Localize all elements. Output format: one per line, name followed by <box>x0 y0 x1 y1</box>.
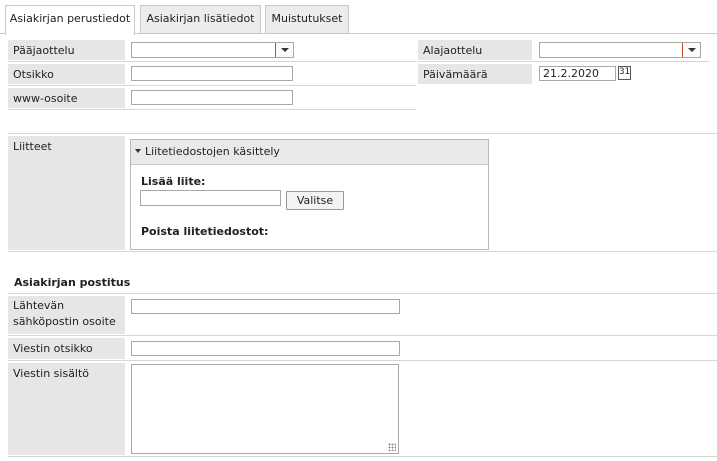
attachments-panel-title: Liitetiedostojen käsittely <box>145 145 280 158</box>
resize-grip-icon[interactable] <box>388 443 396 451</box>
row-divider <box>8 335 717 336</box>
paajaottelu-select[interactable] <box>131 42 294 58</box>
paivamaara-label: Päivämäärä <box>418 64 532 84</box>
chevron-down-icon[interactable] <box>682 43 700 57</box>
sender-email-label-line1: Lähtevän <box>13 299 65 312</box>
chevron-down-icon[interactable] <box>275 43 293 57</box>
tab-asiakirjan-perustiedot[interactable]: Asiakirjan perustiedot <box>5 5 135 35</box>
calendar-icon[interactable]: 31 <box>618 66 631 80</box>
attachment-file-input[interactable] <box>140 190 281 206</box>
section-divider <box>8 251 717 252</box>
row-divider <box>418 61 709 62</box>
add-attachment-label: Lisää liite: <box>141 175 206 188</box>
row-divider <box>8 61 416 62</box>
www-osoite-label: www-osoite <box>8 88 125 108</box>
liitteet-label: Liitteet <box>8 136 125 250</box>
www-osoite-input[interactable] <box>131 90 293 105</box>
message-subject-label: Viestin otsikko <box>8 338 125 359</box>
choose-file-button[interactable]: Valitse <box>286 191 344 210</box>
attachments-panel: Liitetiedostojen käsittely Lisää liite: … <box>130 139 489 250</box>
section-divider <box>8 133 717 134</box>
attachments-panel-header[interactable]: Liitetiedostojen käsittely <box>131 140 488 165</box>
sender-email-input[interactable] <box>131 299 400 314</box>
row-divider <box>8 456 717 457</box>
otsikko-input[interactable] <box>131 66 293 81</box>
tab-asiakirjan-lisatiedot[interactable]: Asiakirjan lisätiedot <box>140 5 261 33</box>
tab-muistutukset[interactable]: Muistutukset <box>265 5 349 33</box>
section-title-postitus: Asiakirjan postitus <box>14 276 131 289</box>
message-body-textarea[interactable] <box>131 364 399 454</box>
paajaottelu-label: Pääjaottelu <box>8 40 125 60</box>
otsikko-label: Otsikko <box>8 64 125 84</box>
paivamaara-input[interactable] <box>539 66 616 81</box>
row-divider <box>8 360 717 361</box>
message-body-label: Viestin sisältö <box>8 363 125 455</box>
sender-email-label-line2: sähköpostin osoite <box>13 315 116 328</box>
section-divider <box>8 293 717 294</box>
row-divider <box>8 109 416 110</box>
remove-attachments-label: Poista liitetiedostot: <box>141 225 269 238</box>
message-subject-input[interactable] <box>131 341 400 356</box>
sender-email-label: Lähtevän sähköpostin osoite <box>8 296 125 334</box>
alajaottelu-label: Alajaottelu <box>418 40 532 60</box>
row-divider <box>8 85 416 86</box>
alajaottelu-select[interactable] <box>539 42 701 58</box>
collapse-triangle-icon[interactable] <box>135 149 141 153</box>
